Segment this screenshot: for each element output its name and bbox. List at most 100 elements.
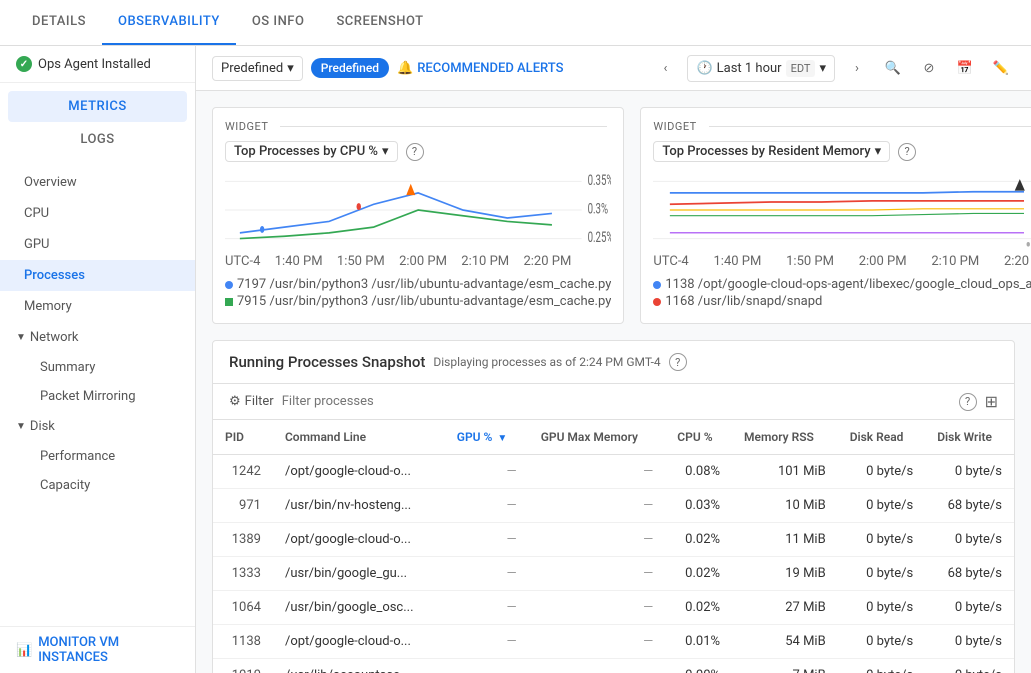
col-gpu-mem[interactable]: GPU Max Memory <box>529 420 666 455</box>
cell-cpu-pct: 0.00% <box>665 659 732 673</box>
cell-cmd: /usr/bin/google_gu... <box>273 557 445 591</box>
recommended-alerts-label: RECOMMENDED ALERTS <box>417 61 563 76</box>
table-row[interactable]: 1010 /usr/lib/accountsse... — — 0.00% 7 … <box>213 659 1014 673</box>
sidebar-item-capacity[interactable]: Capacity <box>0 471 195 500</box>
sidebar-item-packet-mirroring[interactable]: Packet Mirroring <box>0 382 195 411</box>
columns-icon[interactable]: ⊞ <box>985 392 998 411</box>
filter-actions: ? ⊞ <box>959 392 998 411</box>
cell-cpu-pct: 0.08% <box>665 455 732 489</box>
legend-mem-label-1: 1138 /opt/google-cloud-ops-agent/libexec… <box>665 277 1031 292</box>
cell-gpu-pct: — <box>445 557 529 591</box>
processes-table: PID Command Line GPU % ▼ GPU Max Memory … <box>213 420 1014 673</box>
cell-cmd: /opt/google-cloud-o... <box>273 455 445 489</box>
col-gpu-pct[interactable]: GPU % ▼ <box>445 420 529 455</box>
cell-pid: 1010 <box>213 659 273 673</box>
tab-os-info[interactable]: OS INFO <box>236 0 321 45</box>
no-data-icon[interactable]: ⊘ <box>915 54 943 82</box>
col-pid[interactable]: PID <box>213 420 273 455</box>
legend-label-1: 7197 /usr/bin/python3 /usr/lib/ubuntu-ad… <box>237 277 611 292</box>
agent-status-label: Ops Agent Installed <box>38 57 151 72</box>
sidebar-item-gpu[interactable]: GPU <box>0 229 195 260</box>
filter-input[interactable] <box>282 394 951 409</box>
table-row[interactable]: 1389 /opt/google-cloud-o... — — 0.02% 11… <box>213 523 1014 557</box>
processes-help[interactable]: ? <box>669 353 687 371</box>
widget-memory-title-dropdown[interactable]: Top Processes by Resident Memory ▾ <box>653 141 890 162</box>
cell-mem-rss: 27 MiB <box>732 591 838 625</box>
cell-disk-read: 0 byte/s <box>838 557 926 591</box>
sidebar-buttons: METRICS LOGS <box>0 83 195 163</box>
col-disk-read[interactable]: Disk Read <box>838 420 926 455</box>
timezone-badge: EDT <box>786 60 816 77</box>
legend-dot-1 <box>225 281 233 289</box>
recommended-alerts-button[interactable]: 🔔 RECOMMENDED ALERTS <box>397 61 563 76</box>
sidebar-item-processes[interactable]: Processes <box>0 260 195 291</box>
cell-pid: 1138 <box>213 625 273 659</box>
widget-cpu-legend: 7197 /usr/bin/python3 /usr/lib/ubuntu-ad… <box>225 277 611 309</box>
col-cmd[interactable]: Command Line <box>273 420 445 455</box>
widget-memory: Widget Top Processes by Resident Memory … <box>640 107 1031 324</box>
widget-cpu-help[interactable]: ? <box>406 143 424 161</box>
cell-cpu-pct: 0.02% <box>665 523 732 557</box>
col-cpu-pct[interactable]: CPU % <box>665 420 732 455</box>
sidebar-item-cpu[interactable]: CPU <box>0 198 195 229</box>
cell-disk-read: 0 byte/s <box>838 523 926 557</box>
tab-screenshot[interactable]: SCREENSHOT <box>320 0 439 45</box>
cell-cpu-pct: 0.01% <box>665 625 732 659</box>
bell-icon: 🔔 <box>397 61 413 76</box>
prev-time-button[interactable]: ‹ <box>651 54 679 82</box>
sidebar-item-disk[interactable]: ▼ Disk <box>0 411 195 442</box>
cell-gpu-pct: — <box>445 489 529 523</box>
cell-disk-write: 0 byte/s <box>925 455 1014 489</box>
cell-disk-write: 0 byte/s <box>925 625 1014 659</box>
cell-gpu-pct: — <box>445 591 529 625</box>
cell-cpu-pct: 0.02% <box>665 591 732 625</box>
cell-cmd: /usr/bin/nv-hosteng... <box>273 489 445 523</box>
metrics-button[interactable]: METRICS <box>8 91 187 122</box>
table-row[interactable]: 1064 /usr/bin/google_osc... — — 0.02% 27… <box>213 591 1014 625</box>
monitor-vm-link[interactable]: 📊 MONITOR VM INSTANCES <box>0 626 195 673</box>
tab-details[interactable]: DETAILS <box>16 0 102 45</box>
cell-cpu-pct: 0.02% <box>665 557 732 591</box>
widget-memory-help[interactable]: ? <box>898 143 916 161</box>
cell-disk-write: 0 byte/s <box>925 523 1014 557</box>
cell-mem-rss: 7 MiB <box>732 659 838 673</box>
logs-button[interactable]: LOGS <box>8 124 187 155</box>
top-tabs: DETAILS OBSERVABILITY OS INFO SCREENSHOT <box>0 0 1031 46</box>
table-row[interactable]: 1138 /opt/google-cloud-o... — — 0.01% 54… <box>213 625 1014 659</box>
processes-table-wrap: PID Command Line GPU % ▼ GPU Max Memory … <box>213 420 1014 673</box>
legend-dot-2 <box>225 298 233 306</box>
widget-cpu: Widget Top Processes by CPU % ▾ ? <box>212 107 624 324</box>
predefined-chip[interactable]: Predefined <box>311 58 389 78</box>
cell-mem-rss: 19 MiB <box>732 557 838 591</box>
table-row[interactable]: 1242 /opt/google-cloud-o... — — 0.08% 10… <box>213 455 1014 489</box>
cell-gpu-mem: — <box>529 557 666 591</box>
edit-button[interactable]: ✏️ <box>987 54 1015 82</box>
sidebar-item-summary[interactable]: Summary <box>0 353 195 382</box>
cell-gpu-mem: — <box>529 489 666 523</box>
cell-mem-rss: 101 MiB <box>732 455 838 489</box>
sidebar-item-overview[interactable]: Overview <box>0 167 195 198</box>
filter-help[interactable]: ? <box>959 393 977 411</box>
sidebar-item-performance[interactable]: Performance <box>0 442 195 471</box>
col-mem-rss[interactable]: Memory RSS <box>732 420 838 455</box>
widget-cpu-title-dropdown[interactable]: Top Processes by CPU % ▾ <box>225 141 398 162</box>
disk-chevron-icon: ▼ <box>16 421 26 432</box>
col-disk-write[interactable]: Disk Write <box>925 420 1014 455</box>
time-selector[interactable]: 🕐 Last 1 hour EDT ▾ <box>687 55 835 82</box>
sidebar-item-memory[interactable]: Memory <box>0 291 195 322</box>
tab-observability[interactable]: OBSERVABILITY <box>102 0 236 45</box>
next-time-button[interactable]: › <box>843 54 871 82</box>
table-row[interactable]: 971 /usr/bin/nv-hosteng... — — 0.03% 10 … <box>213 489 1014 523</box>
predefined-dropdown[interactable]: Predefined ▾ <box>212 56 303 81</box>
sidebar-item-network[interactable]: ▼ Network <box>0 322 195 353</box>
cell-cmd: /usr/lib/accountsse... <box>273 659 445 673</box>
widget-cpu-label: Widget <box>225 120 268 133</box>
search-button[interactable]: 🔍 <box>879 54 907 82</box>
sidebar-nav: Overview CPU GPU Processes Memory ▼ Netw… <box>0 163 195 622</box>
time-label: Last 1 hour <box>717 61 782 76</box>
cell-gpu-pct: — <box>445 625 529 659</box>
table-row[interactable]: 1333 /usr/bin/google_gu... — — 0.02% 19 … <box>213 557 1014 591</box>
cell-disk-read: 0 byte/s <box>838 455 926 489</box>
cell-disk-write: 68 byte/s <box>925 489 1014 523</box>
calendar-button[interactable]: 📅 <box>951 54 979 82</box>
